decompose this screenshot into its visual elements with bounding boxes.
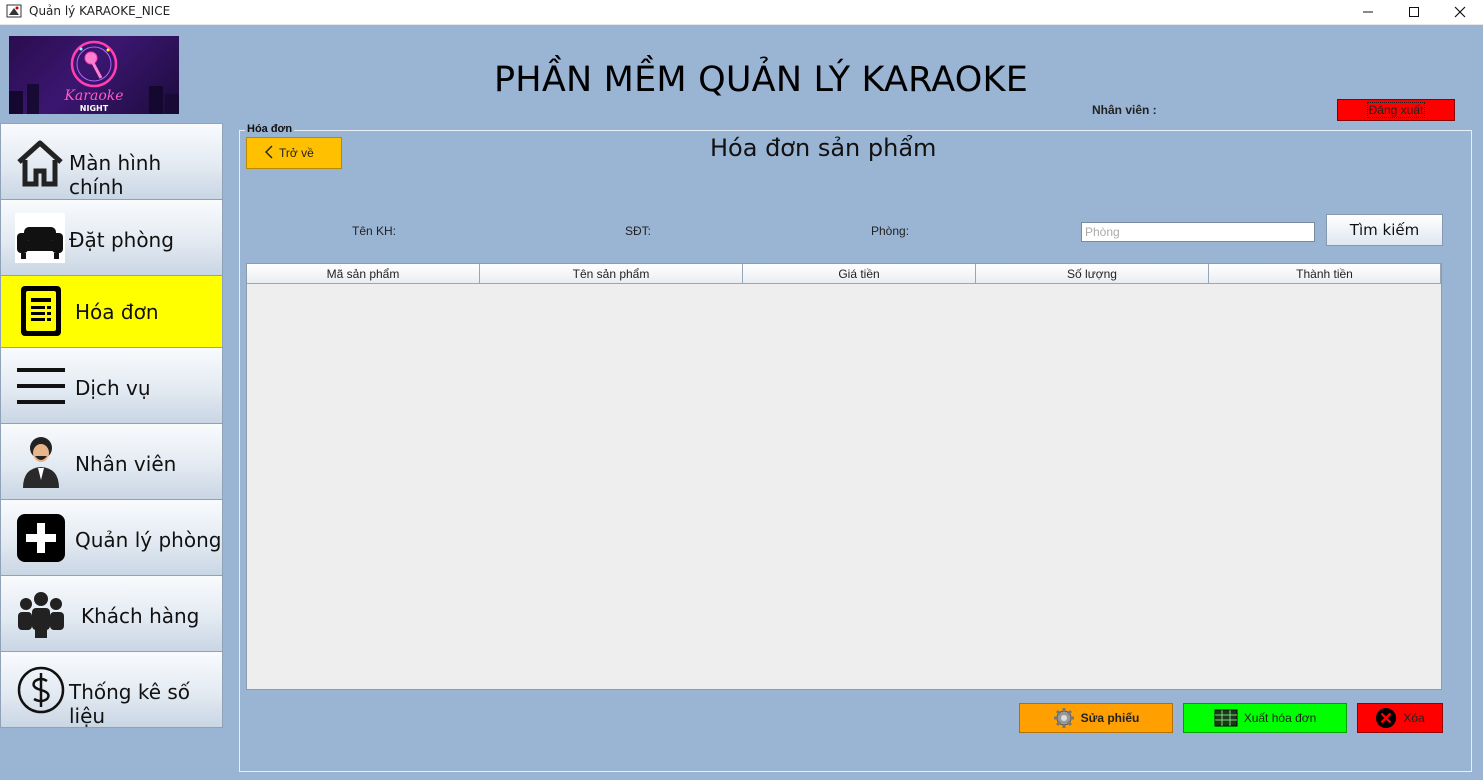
table-header: Mã sản phẩm Tên sản phẩm Giá tiền Số lượ… [247,264,1441,284]
delete-button[interactable]: Xóa [1357,703,1443,733]
export-invoice-button[interactable]: Xuất hóa đơn [1183,703,1347,733]
sidebar-item-room-management[interactable]: Quản lý phòng [0,499,223,576]
maximize-button[interactable] [1391,0,1437,24]
app-title: PHẦN MỀM QUẢN LÝ KARAOKE [494,60,1029,100]
sidebar-item-label: Khách hàng [81,604,200,628]
logout-label: Đăng xuất [1366,102,1426,118]
panel-legend: Hóa đơn [245,123,295,135]
search-button[interactable]: Tìm kiếm [1326,214,1443,246]
column-quantity[interactable]: Số lượng [976,264,1209,284]
plus-icon [16,513,66,563]
sofa-icon [15,213,65,263]
sidebar-item-statistics[interactable]: Thống kê số liệu [0,651,223,728]
close-circle-icon [1375,707,1397,729]
sidebar-item-label: Quản lý phòng [75,528,222,552]
phone-label: SĐT: [625,224,652,238]
logout-button[interactable]: Đăng xuất [1337,99,1455,121]
customer-name-label: Tên KH: [352,224,397,238]
sidebar-item-home[interactable]: Màn hình chính [0,123,223,200]
sidebar-item-customers[interactable]: Khách hàng [0,575,223,652]
column-price[interactable]: Giá tiền [743,264,976,284]
employee-icon [19,434,63,488]
sidebar-item-label: Màn hình chính [69,151,162,199]
column-product-code[interactable]: Mã sản phẩm [247,264,480,284]
sidebar-item-label: Dịch vụ [75,376,151,400]
room-label: Phòng: [871,224,910,238]
staff-label: Nhân viên : [1092,103,1157,117]
dollar-icon [16,665,66,715]
back-button[interactable]: Trở về [246,137,342,169]
sidebar-item-label: Hóa đơn [75,300,159,324]
sidebar-item-booking[interactable]: Đặt phòng [0,199,223,276]
invoice-icon [19,284,63,338]
sidebar-item-staff[interactable]: Nhân viên [0,423,223,500]
back-label: Trở về [279,146,314,160]
title-bar: Quản lý KARAOKE_NICE [0,0,1483,25]
room-search-input[interactable] [1081,222,1315,242]
home-icon [15,138,65,188]
karaoke-logo: Karaoke NIGHT [9,36,179,114]
logo-subtext: NIGHT [80,104,109,113]
sidebar-item-services[interactable]: Dịch vụ [0,347,223,424]
export-invoice-label: Xuất hóa đơn [1243,711,1317,725]
close-button[interactable] [1437,0,1483,24]
column-product-name[interactable]: Tên sản phẩm [480,264,743,284]
logo-text: Karaoke [63,88,123,104]
page-title: Hóa đơn sản phẩm [710,134,937,162]
menu-lines-icon [15,362,67,410]
people-icon [15,590,67,638]
edit-invoice-label: Sửa phiếu [1080,711,1140,725]
invoice-table[interactable]: Mã sản phẩm Tên sản phẩm Giá tiền Số lượ… [246,263,1442,690]
sidebar-item-invoice[interactable]: Hóa đơn [0,275,223,348]
gear-icon [1053,707,1075,729]
column-total[interactable]: Thành tiền [1209,264,1441,284]
sidebar-item-label: Thống kê số liệu [69,680,191,728]
spreadsheet-icon [1214,709,1238,727]
window-title: Quản lý KARAOKE_NICE [29,4,171,18]
minimize-button[interactable] [1345,0,1391,24]
sidebar-item-label: Nhân viên [75,452,177,476]
sidebar-item-label: Đặt phòng [69,228,174,252]
app-icon [6,3,22,19]
edit-invoice-button[interactable]: Sửa phiếu [1019,703,1173,733]
chevron-left-icon [265,145,273,162]
delete-label: Xóa [1403,711,1425,725]
